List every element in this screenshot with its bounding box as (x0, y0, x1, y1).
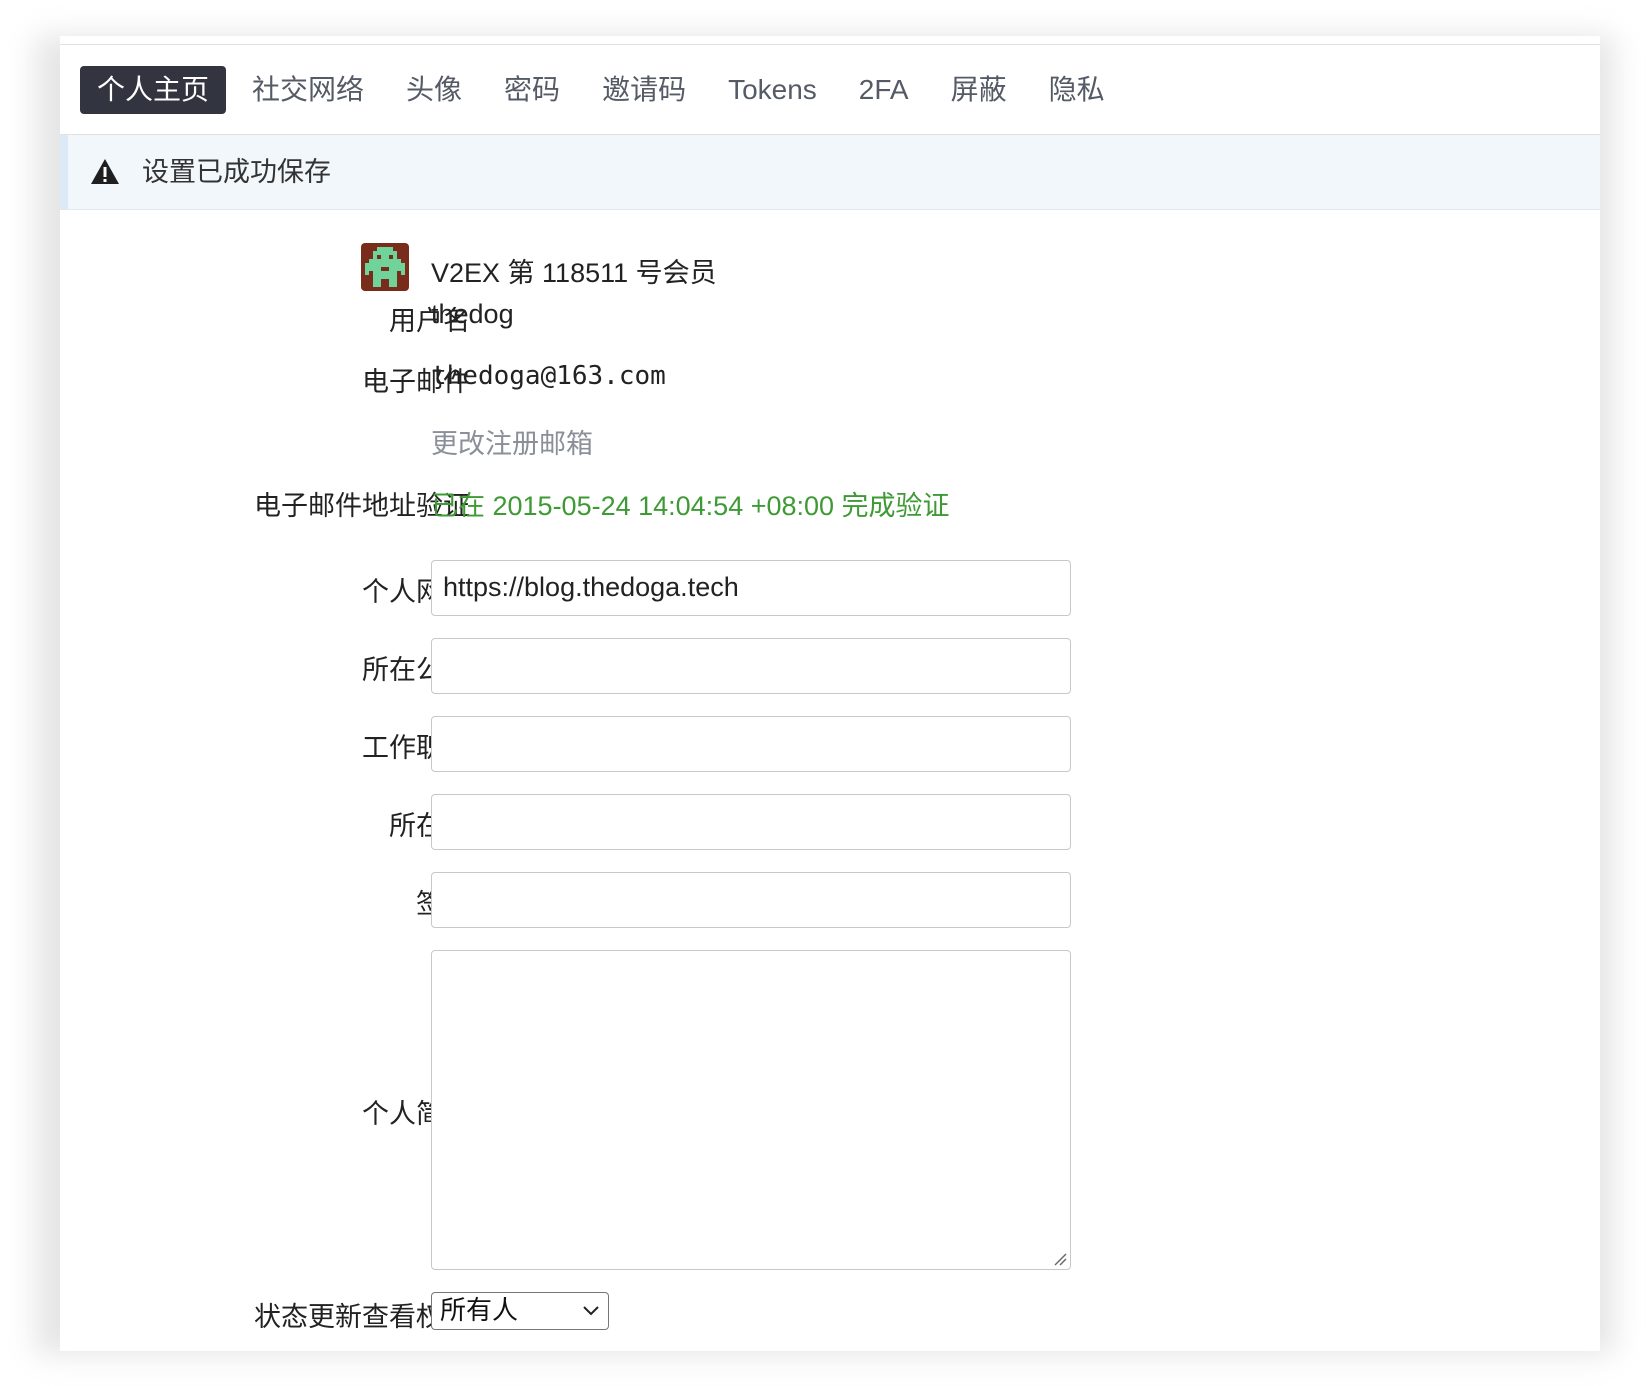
status-visibility-select[interactable]: 所有人 (431, 1292, 609, 1330)
top-divider (60, 44, 1600, 45)
resize-handle-icon[interactable] (1053, 1252, 1067, 1266)
member-row: V2EX 第 118511 号会员 (60, 243, 1600, 291)
tab-block[interactable]: 屏蔽 (931, 66, 1027, 114)
avatar (361, 243, 409, 291)
company-row: 所在公司 (60, 638, 1600, 694)
tab-2fa[interactable]: 2FA (839, 66, 929, 114)
change-email-link[interactable]: 更改注册邮箱 (431, 422, 593, 461)
company-input[interactable] (431, 638, 1071, 694)
job-row: 工作职位 (60, 716, 1600, 772)
location-input[interactable] (431, 794, 1071, 850)
status-visibility-row: 状态更新查看权限 所有人 (60, 1292, 1600, 1332)
tab-avatar[interactable]: 头像 (386, 66, 482, 114)
settings-tabs: 个人主页 社交网络 头像 密码 邀请码 Tokens 2FA 屏蔽 隐私 (80, 66, 1127, 114)
tab-profile[interactable]: 个人主页 (80, 66, 227, 114)
tab-password[interactable]: 密码 (484, 66, 580, 114)
bio-row: 个人简介 (60, 950, 1600, 1270)
tab-tokens[interactable]: Tokens (708, 66, 837, 114)
username-row: 用户名 thedog (60, 299, 1600, 339)
job-title-input[interactable] (431, 716, 1071, 772)
signature-row: 签名 (60, 872, 1600, 928)
username-value: thedog (431, 299, 514, 329)
chevron-down-icon (583, 1306, 599, 1316)
success-notice: 设置已成功保存 (60, 135, 1600, 210)
location-row: 所在地 (60, 794, 1600, 850)
email-row: 电子邮件 thedoga@163.com (60, 360, 1600, 400)
tab-invite-codes[interactable]: 邀请码 (582, 66, 706, 114)
email-value: thedoga@163.com (431, 361, 666, 391)
settings-panel: 个人主页 社交网络 头像 密码 邀请码 Tokens 2FA 屏蔽 隐私 设置已… (60, 36, 1600, 1351)
warning-icon (91, 159, 119, 184)
status-visibility-value: 所有人 (440, 1295, 519, 1325)
tab-social[interactable]: 社交网络 (232, 66, 384, 114)
website-row: 个人网站 https://blog.thedoga.tech (60, 560, 1600, 616)
website-input[interactable]: https://blog.thedoga.tech (431, 560, 1071, 616)
notice-text: 设置已成功保存 (142, 157, 331, 187)
email-verify-status: 已在 2015-05-24 14:04:54 +08:00 完成验证 (431, 491, 950, 521)
bio-textarea[interactable] (431, 950, 1071, 1270)
change-email-row: 更改注册邮箱 (60, 422, 1600, 462)
member-number: V2EX 第 118511 号会员 (431, 258, 717, 288)
email-verify-row: 电子邮件地址验证 已在 2015-05-24 14:04:54 +08:00 完… (60, 484, 1600, 524)
tab-privacy[interactable]: 隐私 (1029, 66, 1125, 114)
signature-input[interactable] (431, 872, 1071, 928)
